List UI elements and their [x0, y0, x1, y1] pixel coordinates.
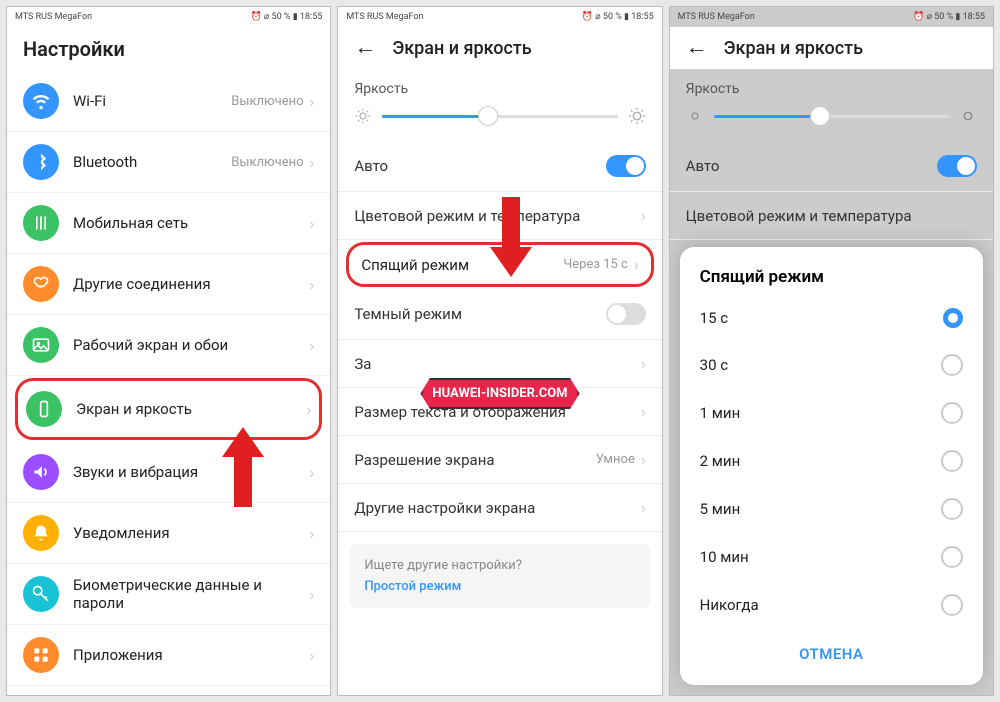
- chevron-right-icon: ›: [307, 400, 312, 419]
- sleep-option[interactable]: 2 мин: [680, 437, 983, 485]
- page-title: Экран и яркость: [392, 38, 531, 59]
- sim-icon: [23, 205, 59, 241]
- radio-button[interactable]: [941, 402, 963, 424]
- chevron-right-icon: ›: [641, 498, 646, 517]
- radio-button[interactable]: [941, 594, 963, 616]
- settings-item[interactable]: Уведомления›: [7, 503, 330, 564]
- chevron-right-icon: ›: [641, 402, 646, 421]
- bell-icon: [23, 515, 59, 551]
- settings-item[interactable]: BluetoothВыключено›: [7, 132, 330, 193]
- settings-item[interactable]: Другие соединения›: [7, 254, 330, 315]
- sleep-option[interactable]: 30 с: [680, 341, 983, 389]
- chevron-right-icon: ›: [641, 354, 646, 373]
- settings-item[interactable]: Экран и яркость›: [15, 378, 322, 440]
- settings-screen: MTS RUS MegaFon⏰ ⌀ 50 % ▮ 18:55 Настройк…: [6, 6, 331, 696]
- settings-item[interactable]: Рабочий экран и обои›: [7, 315, 330, 376]
- sun-small-icon: [354, 107, 372, 125]
- brightness-slider[interactable]: [338, 103, 661, 141]
- key-icon: [23, 576, 59, 612]
- radio-button[interactable]: [943, 308, 963, 328]
- settings-item[interactable]: Приложения›: [7, 625, 330, 686]
- chevron-right-icon: ›: [310, 585, 315, 604]
- page-title: Экран и яркость: [724, 38, 863, 59]
- auto-row[interactable]: Авто: [338, 141, 661, 192]
- settings-row[interactable]: Другие настройки экрана›: [338, 484, 661, 532]
- back-icon[interactable]: ←: [354, 37, 376, 59]
- chevron-right-icon: ›: [641, 450, 646, 469]
- chevron-right-icon: ›: [310, 153, 315, 172]
- settings-item[interactable]: Биометрические данные и пароли›: [7, 564, 330, 625]
- radio-button[interactable]: [941, 354, 963, 376]
- snd-icon: [23, 454, 59, 490]
- sun-large-icon: [628, 107, 646, 125]
- sun-small-icon: [686, 107, 704, 125]
- watermark: HUAWEI-INSIDER.COM: [420, 378, 579, 409]
- sleep-option[interactable]: 10 мин: [680, 533, 983, 581]
- radio-button[interactable]: [941, 450, 963, 472]
- sleep-option[interactable]: 1 мин: [680, 389, 983, 437]
- chevron-right-icon: ›: [310, 524, 315, 543]
- status-bar: MTS RUS MegaFon⏰ ⌀ 50 % ▮ 18:55: [670, 7, 993, 27]
- chevron-right-icon: ›: [310, 92, 315, 111]
- chevron-right-icon: ›: [634, 255, 639, 274]
- status-bar: MTS RUS MegaFon⏰ ⌀ 50 % ▮ 18:55: [338, 7, 661, 27]
- radio-button[interactable]: [941, 546, 963, 568]
- chevron-right-icon: ›: [310, 275, 315, 294]
- dialog-title: Спящий режим: [680, 253, 983, 295]
- brightness-label: Яркость: [670, 69, 993, 103]
- radio-button[interactable]: [941, 498, 963, 520]
- header: ← Экран и яркость: [670, 27, 993, 69]
- status-bar: MTS RUS MegaFon⏰ ⌀ 50 % ▮ 18:55: [7, 7, 330, 27]
- settings-item[interactable]: Wi-FiВыключено›: [7, 71, 330, 132]
- img-icon: [23, 327, 59, 363]
- chevron-right-icon: ›: [310, 463, 315, 482]
- auto-toggle[interactable]: [606, 155, 646, 177]
- back-icon[interactable]: ←: [686, 37, 708, 59]
- settings-item[interactable]: Мобильная сеть›: [7, 193, 330, 254]
- cancel-button[interactable]: ОТМЕНА: [680, 629, 983, 679]
- chevron-right-icon: ›: [310, 646, 315, 665]
- apps-icon: [23, 637, 59, 673]
- header: ← Экран и яркость: [338, 27, 661, 69]
- settings-row[interactable]: Разрешение экранаУмное›: [338, 436, 661, 484]
- sleep-option[interactable]: 5 мин: [680, 485, 983, 533]
- auto-toggle[interactable]: [937, 155, 977, 177]
- hint-box[interactable]: Ищете другие настройки? Простой режим: [350, 544, 649, 608]
- brightness-slider[interactable]: [670, 103, 993, 141]
- sun-large-icon: [959, 107, 977, 125]
- chevron-right-icon: ›: [310, 214, 315, 233]
- settings-row[interactable]: Темный режим: [338, 289, 661, 340]
- red-arrow-down: [490, 197, 532, 277]
- link-icon: [23, 266, 59, 302]
- settings-item[interactable]: Звуки и вибрация›: [7, 442, 330, 503]
- sleep-mode-dialog: Спящий режим 15 с30 с1 мин2 мин5 мин10 м…: [680, 247, 983, 685]
- sleep-modal-screen: MTS RUS MegaFon⏰ ⌀ 50 % ▮ 18:55 ← Экран …: [669, 6, 994, 696]
- chevron-right-icon: ›: [310, 336, 315, 355]
- bt-icon: [23, 144, 59, 180]
- brightness-label: Яркость: [338, 69, 661, 103]
- toggle[interactable]: [606, 303, 646, 325]
- auto-row[interactable]: Авто: [670, 141, 993, 192]
- display-screen: MTS RUS MegaFon⏰ ⌀ 50 % ▮ 18:55 ← Экран …: [337, 6, 662, 696]
- red-arrow-up: [222, 427, 264, 507]
- sleep-option[interactable]: 15 с: [680, 295, 983, 341]
- color-mode-row[interactable]: Цветовой режим и температура›: [670, 192, 993, 240]
- sleep-option[interactable]: Никогда: [680, 581, 983, 629]
- chevron-right-icon: ›: [641, 206, 646, 225]
- page-title: Настройки: [7, 27, 330, 71]
- disp-icon: [26, 391, 62, 427]
- wifi-icon: [23, 83, 59, 119]
